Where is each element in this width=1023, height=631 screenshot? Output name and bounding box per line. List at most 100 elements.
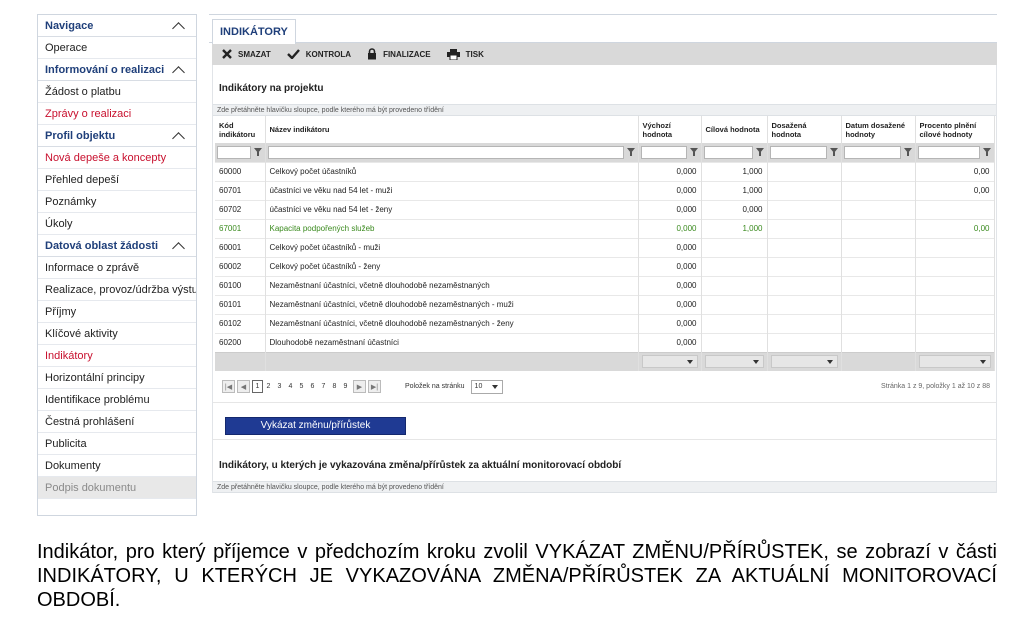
sidebar-item[interactable]: Čestná prohlášení [38, 411, 196, 433]
sidebar-item[interactable]: Publicita [38, 433, 196, 455]
footer-aggregate-select[interactable] [701, 351, 768, 371]
page-number[interactable]: 1 [252, 380, 263, 393]
sidebar-item[interactable]: Klíčové aktivity [38, 323, 196, 345]
sidebar-item[interactable]: Příjmy [38, 301, 196, 323]
page-number[interactable]: 4 [285, 383, 296, 390]
sidebar-item[interactable]: Profil objektu [38, 125, 196, 147]
dropdown-arrow-icon[interactable] [704, 355, 764, 369]
filter-icon[interactable] [903, 147, 913, 157]
last-page-icon[interactable]: ▶| [368, 380, 381, 393]
sidebar-item[interactable]: Dokumenty [38, 455, 196, 477]
sidebar-item[interactable]: Zprávy o realizaci [38, 103, 196, 125]
filter-icon[interactable] [626, 147, 636, 157]
filter-input[interactable] [917, 145, 980, 159]
sidebar-item[interactable]: Nová depeše a koncepty [38, 147, 196, 169]
section-title: Indikátory na projektu [219, 83, 324, 94]
column-header[interactable]: Datum dosažené hodnoty [841, 116, 916, 143]
table-row[interactable]: 60000 Celkový počet účastníků 0,000 1,000 0,… [215, 161, 995, 181]
cell-base: 0,000 [638, 161, 702, 181]
per-page-select[interactable]: 10 [470, 379, 503, 394]
filter-row [215, 143, 995, 162]
sidebar-item[interactable]: Operace [38, 37, 196, 59]
table-row[interactable]: 60101 Nezaměstnaní účastníci, včetně dlou… [215, 294, 995, 314]
filter-icon[interactable] [253, 147, 263, 157]
page-number[interactable]: 3 [274, 383, 285, 390]
column-header[interactable]: Název indikátoru [265, 116, 639, 143]
page-number[interactable]: 2 [263, 383, 274, 390]
chevron-up-icon[interactable] [172, 63, 186, 77]
cell-name: Celkový počet účastníků - muži [265, 237, 639, 257]
filter-input[interactable] [769, 145, 827, 159]
cell-target: 1,000 [701, 218, 768, 238]
sidebar-item-label: Horizontální principy [45, 371, 145, 384]
column-header[interactable]: Procento plnění cílové hodnoty [915, 116, 995, 143]
filter-icon[interactable] [982, 147, 992, 157]
sidebar-item[interactable]: Horizontální principy [38, 367, 196, 389]
page-number[interactable]: 7 [318, 383, 329, 390]
column-header[interactable]: Kód indikátoru [215, 116, 266, 143]
cell-date [841, 294, 916, 314]
table-row[interactable]: 67001 Kapacita podpořených služeb 0,000 1,0… [215, 218, 995, 238]
report-change-button[interactable]: Vykázat změnu/přírůstek [225, 416, 406, 435]
print-button[interactable]: TISK [446, 48, 484, 60]
sidebar-item[interactable]: Úkoly [38, 213, 196, 235]
first-page-icon[interactable]: |◀ [222, 380, 235, 393]
table-row[interactable]: 60102 Nezaměstnaní účastníci, včetně dlou… [215, 313, 995, 333]
filter-input[interactable] [640, 145, 687, 159]
table-row[interactable]: 60001 Celkový počet účastníků - muži 0,000 [215, 237, 995, 257]
cell-pct [915, 256, 995, 276]
sidebar-item[interactable]: Přehled depeší [38, 169, 196, 191]
cell-date [841, 332, 916, 352]
footer-aggregate-select[interactable] [767, 351, 842, 371]
cell-base: 0,000 [638, 199, 702, 219]
printer-icon [446, 48, 460, 60]
sidebar-item[interactable]: Indikátory [38, 345, 196, 367]
table-row[interactable]: 60200 Dlouhodobě nezaměstnaní účastníci 0,… [215, 332, 995, 352]
page-number[interactable]: 5 [296, 383, 307, 390]
sidebar-item[interactable]: Navigace [38, 15, 196, 37]
delete-button[interactable]: SMAZAT [222, 49, 271, 59]
footer-aggregate-select[interactable] [638, 351, 702, 371]
sidebar-item[interactable]: Datová oblast žádosti [38, 235, 196, 257]
page-number[interactable]: 6 [307, 383, 318, 390]
filter-input[interactable] [217, 145, 251, 159]
table-row[interactable]: 60100 Nezaměstnaní účastníci, včetně dlou… [215, 275, 995, 295]
filter-icon[interactable] [829, 147, 839, 157]
sidebar-item-label: Informování o realizaci [45, 63, 165, 76]
filter-input[interactable] [843, 145, 901, 159]
finalize-button[interactable]: FINALIZACE [367, 48, 431, 60]
cell-achieved [767, 256, 842, 276]
sidebar-item[interactable]: Informování o realizaci [38, 59, 196, 81]
sidebar-item[interactable]: Informace o zprávě [38, 257, 196, 279]
filter-icon[interactable] [755, 147, 765, 157]
dropdown-arrow-icon[interactable] [770, 355, 838, 369]
cell-date [841, 275, 916, 295]
column-header[interactable]: Dosažená hodnota [767, 116, 842, 143]
sidebar-item[interactable]: Realizace, provoz/údržba výstupu [38, 279, 196, 301]
filter-input[interactable] [267, 145, 624, 159]
sidebar-item[interactable]: Identifikace problému [38, 389, 196, 411]
dropdown-arrow-icon[interactable] [641, 355, 698, 369]
footer-aggregate-select[interactable] [915, 351, 995, 371]
sidebar-item[interactable]: Poznámky [38, 191, 196, 213]
column-header[interactable]: Cílová hodnota [701, 116, 768, 143]
column-header[interactable]: Výchozí hodnota [638, 116, 702, 143]
dropdown-arrow-icon[interactable] [918, 355, 991, 369]
page-number[interactable]: 9 [340, 383, 351, 390]
table-row[interactable]: 60702 účastníci ve věku nad 54 let - ženy… [215, 199, 995, 219]
table-row[interactable]: 60701 účastníci ve věku nad 54 let - muži… [215, 180, 995, 200]
chevron-up-icon[interactable] [172, 19, 186, 33]
filter-input[interactable] [703, 145, 753, 159]
chevron-up-icon[interactable] [172, 129, 186, 143]
sidebar-item[interactable]: Žádost o platbu [38, 81, 196, 103]
prev-page-icon[interactable]: ◀ [237, 380, 250, 393]
filter-icon[interactable] [689, 147, 699, 157]
check-button[interactable]: KONTROLA [286, 49, 351, 59]
chevron-up-icon[interactable] [172, 239, 186, 253]
page-number[interactable]: 8 [329, 383, 340, 390]
per-page-control: Položek na stránku 10 [405, 379, 503, 394]
tab-indikatory[interactable]: INDIKÁTORY [212, 19, 296, 44]
checkmark-icon [286, 49, 300, 59]
table-row[interactable]: 60002 Celkový počet účastníků - ženy 0,000 [215, 256, 995, 276]
next-page-icon[interactable]: ▶ [353, 380, 366, 393]
